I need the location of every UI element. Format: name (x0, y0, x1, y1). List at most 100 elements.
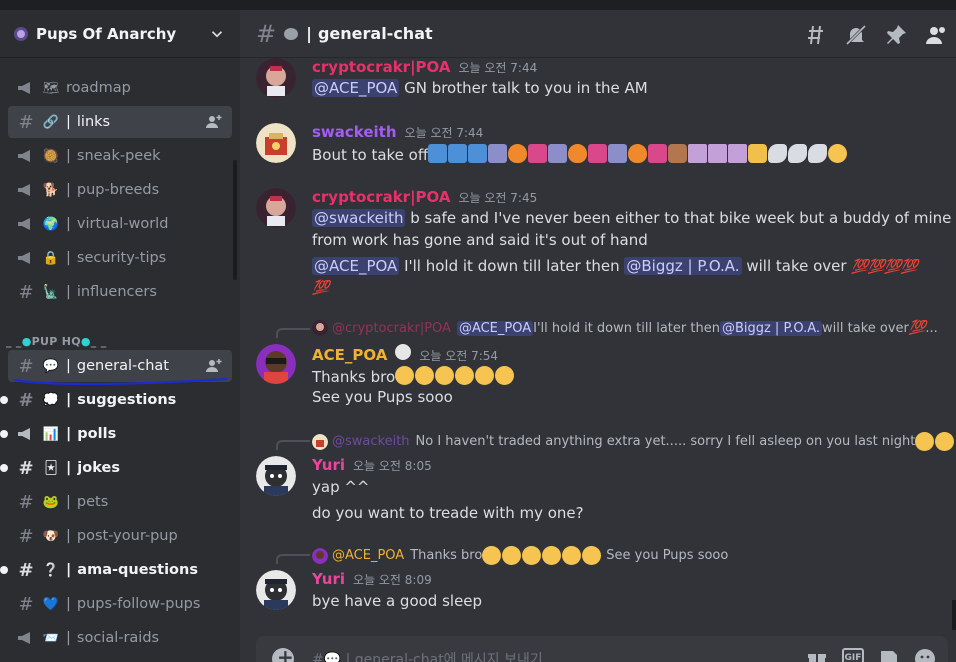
channel-name: pets (76, 494, 109, 510)
channel-post-your-pup[interactable]: # 🐶 | post-your-pup (8, 520, 232, 552)
avatar[interactable] (256, 58, 296, 98)
channel-polls[interactable]: 📊 | polls (0, 418, 232, 450)
channel-influencers[interactable]: # 🗽 | influencers (8, 276, 232, 308)
channel-separator: | (66, 250, 71, 266)
mute-bell-icon[interactable] (844, 23, 868, 47)
message-composer[interactable]: #💬 | general-chat에 메시지 보내기 GIF (256, 636, 948, 662)
user-mention[interactable]: @ACE_POA (312, 257, 400, 275)
header-toolbar (804, 23, 948, 47)
reply-preview[interactable]: @swackeith No I haven't traded anything … (312, 432, 956, 451)
sticker-icon[interactable] (878, 648, 900, 662)
rocket-emoji (488, 144, 508, 163)
avatar[interactable] (256, 570, 296, 610)
channel-pups-follow-pups[interactable]: # 💙 | pups-follow-pups (8, 588, 232, 620)
message-scrollbar[interactable] (952, 600, 956, 630)
reply-text: Thanks bro (410, 548, 483, 563)
message-content: @ACE_POA I'll hold it down till later th… (312, 257, 918, 275)
chevron-down-icon[interactable] (208, 25, 226, 43)
author-name[interactable]: cryptocrakr|POA (312, 58, 451, 76)
gif-picker-icon[interactable]: GIF (842, 648, 864, 662)
hundred-emoji: 💯 (908, 320, 926, 336)
link-icon: 🔗 (42, 114, 60, 130)
user-mention[interactable]: @Biggz | P.O.A. (624, 257, 742, 275)
avatar[interactable] (256, 456, 296, 496)
category-prefix: _ _ (6, 335, 22, 348)
rocket-emoji (548, 144, 568, 163)
reply-text: No I haven't traded anything extra yet..… (415, 434, 916, 449)
joker-card-icon: 🃏 (44, 460, 58, 476)
add-member-icon[interactable] (206, 358, 222, 374)
grin-emoji (395, 366, 415, 385)
threads-icon[interactable] (804, 23, 828, 47)
grin-emoji (435, 366, 455, 385)
pin-icon[interactable] (884, 23, 908, 47)
channel-sneak-peek[interactable]: 🥘 | sneak-peek (8, 140, 232, 172)
emoji-picker-icon[interactable] (914, 648, 936, 662)
member-list-icon[interactable] (924, 23, 948, 47)
face-emoji (935, 432, 955, 451)
channel-separator: | (66, 392, 72, 408)
channel-security-tips[interactable]: 🔒 | security-tips (8, 242, 232, 274)
hundred-emoji: 💯 (312, 280, 329, 296)
message-input-placeholder[interactable]: #💬 | general-chat에 메시지 보내기 (312, 649, 543, 662)
channel-social-raids[interactable]: 📨 | social-raids (8, 622, 232, 654)
user-mention[interactable]: @ACE_POA (312, 79, 400, 97)
message-content: yap ^^ (312, 478, 370, 496)
megaphone-icon (16, 424, 36, 444)
upload-plus-icon[interactable] (272, 645, 294, 662)
channel-name: security-tips (76, 250, 167, 266)
channel-pup-breeds[interactable]: 🐕 | pup-breeds (8, 174, 232, 206)
rocket-emoji (608, 144, 628, 163)
pan-icon: 🥘 (42, 148, 60, 164)
gift-icon[interactable] (806, 648, 828, 662)
author-name[interactable]: cryptocrakr|POA (312, 188, 451, 206)
statue-icon: 🗽 (42, 284, 60, 300)
map-icon: 🗺 (42, 80, 60, 96)
channel-separator: | (66, 148, 71, 164)
reply-author: @cryptocrakr|POA (332, 320, 451, 336)
add-member-icon[interactable] (206, 114, 222, 130)
user-mention[interactable]: @swackeith (312, 209, 406, 227)
role-badge-icon (395, 344, 412, 360)
person-emoji (708, 144, 728, 163)
sidebar-scrollbar[interactable] (233, 160, 237, 280)
megaphone-icon (16, 628, 36, 648)
channel-links[interactable]: # 🔗 | links (8, 106, 232, 138)
reply-preview[interactable]: @cryptocrakr|POA @ACE_POA I'll hold it d… (312, 320, 938, 336)
megaphone-icon (16, 180, 36, 200)
channel-jokes[interactable]: # 🃏 | jokes (0, 452, 232, 484)
avatar[interactable] (256, 344, 296, 384)
megaphone-icon (16, 214, 36, 234)
message-content: Thanks bro (312, 366, 515, 386)
channel-name: pups-follow-pups (76, 596, 201, 612)
message-content: @swackeith b safe and I've never been ei… (312, 209, 951, 227)
lock-icon: 🔒 (42, 250, 60, 266)
discord-window: Pups Of Anarchy 🗺 roadmap # 🔗 | links 🥘 … (0, 0, 956, 662)
channel-suggestions[interactable]: # 💭 | suggestions (0, 384, 232, 416)
channel-name: influencers (76, 284, 157, 300)
channel-separator: | (66, 596, 71, 612)
reply-preview[interactable]: @ACE_POA Thanks bro See you Pups sooo (312, 546, 728, 565)
author-name[interactable]: ACE_POA (312, 346, 387, 364)
server-header[interactable]: Pups Of Anarchy (0, 10, 240, 58)
megaphone-icon (16, 248, 36, 268)
hash-icon: # (256, 19, 277, 48)
author-name[interactable]: Yuri (312, 456, 345, 474)
channel-virtual-world[interactable]: 🌍 | virtual-world (8, 208, 232, 240)
airplane-emoji (468, 144, 488, 163)
channel-roadmap[interactable]: 🗺 roadmap (8, 72, 232, 104)
category-pup-hq[interactable]: _ _ ● PUP HQ ● _ _ (0, 320, 240, 348)
emoji-row (428, 144, 848, 164)
envelope-icon: 📨 (42, 630, 60, 646)
channel-separator: | (66, 460, 72, 476)
hash-icon: # (18, 525, 34, 547)
message-text: GN brother talk to you in the AM (399, 79, 648, 97)
avatar[interactable] (256, 188, 296, 228)
author-name[interactable]: Yuri (312, 570, 345, 588)
author-name[interactable]: swackeith (312, 123, 397, 141)
avatar[interactable] (256, 123, 296, 163)
channel-pets[interactable]: # 🐸 | pets (8, 486, 232, 518)
channel-name: polls (77, 426, 117, 442)
channel-ama-questions[interactable]: # ❔ | ama-questions (0, 554, 232, 586)
message-list: cryptocrakr|POA 오늘 오전 7:44 @ACE_POA GN b… (240, 58, 956, 634)
